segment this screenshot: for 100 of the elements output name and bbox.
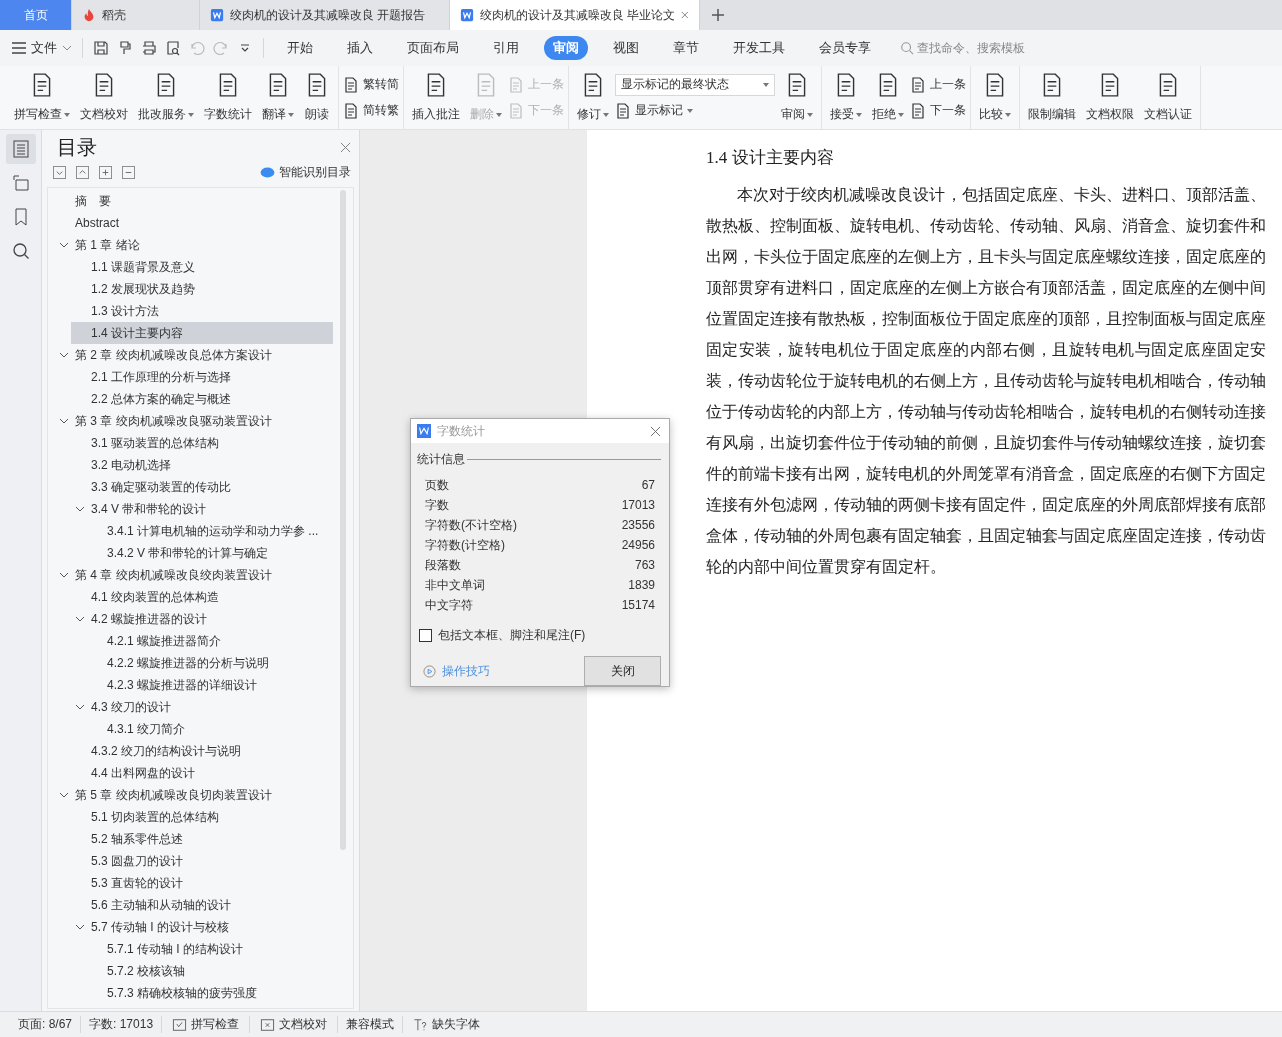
toc-item[interactable]: 5.6 主动轴和从动轴的设计: [71, 894, 333, 916]
toc-item[interactable]: 4.3 绞刀的设计: [71, 696, 333, 718]
toc-item[interactable]: 1.3 设计方法: [71, 300, 333, 322]
ribbon-button[interactable]: 文档校对: [76, 68, 132, 127]
stat-value: 17013: [621, 498, 655, 512]
toc-item[interactable]: 5.2 轴系零件总述: [71, 828, 333, 850]
ribbon-button[interactable]: 繁转简: [343, 73, 399, 96]
status-button[interactable]: 拼写检查: [162, 1016, 251, 1033]
window-tab[interactable]: 绞肉机的设计及其减噪改良 开题报告: [200, 0, 450, 30]
ribbon-tab[interactable]: 会员专享: [810, 36, 880, 60]
window-tab[interactable]: 首页: [0, 0, 72, 30]
toc-item[interactable]: 4.1 绞肉装置的总体构造: [71, 586, 333, 608]
ribbon-tab[interactable]: 视图: [604, 36, 648, 60]
toc-item[interactable]: 1.4 设计主要内容: [71, 322, 333, 344]
ribbon-button[interactable]: 批改服务: [134, 68, 198, 127]
ribbon-tab[interactable]: 插入: [338, 36, 382, 60]
toc-item[interactable]: 5.3 圆盘刀的设计: [71, 850, 333, 872]
toc-item[interactable]: 第 4 章 绞肉机减噪改良绞肉装置设计: [55, 564, 333, 586]
ribbon-tab[interactable]: 章节: [664, 36, 708, 60]
ribbon-button[interactable]: 限制编辑: [1024, 68, 1080, 127]
toc-item[interactable]: 摘 要: [55, 190, 333, 212]
ribbon-button[interactable]: 字数统计: [200, 68, 256, 127]
ribbon-tab[interactable]: 引用: [484, 36, 528, 60]
ribbon-tab[interactable]: 审阅: [544, 36, 588, 60]
close-icon[interactable]: [681, 10, 689, 20]
print-preview-icon[interactable]: [165, 40, 181, 56]
toc-item[interactable]: Abstract: [55, 212, 333, 234]
document-icon: [910, 102, 926, 119]
toc-item[interactable]: 3.4.1 计算电机轴的运动学和动力学参 ...: [87, 520, 333, 542]
toc-item[interactable]: 4.3.2 绞刀的结构设计与说明: [71, 740, 333, 762]
status-button[interactable]: 文档校对: [250, 1016, 339, 1033]
toc-item[interactable]: 3.3 确定驱动装置的传动比: [71, 476, 333, 498]
expand-icon[interactable]: [76, 166, 89, 179]
toc-item[interactable]: 3.4 V 带和带轮的设计: [71, 498, 333, 520]
close-icon[interactable]: [340, 141, 351, 153]
ribbon-button[interactable]: 翻译: [258, 68, 298, 127]
checkbox[interactable]: [419, 629, 432, 642]
close-icon[interactable]: [650, 425, 661, 437]
save-icon[interactable]: [93, 40, 109, 56]
markup-dropdown[interactable]: 显示标记的最终状态: [615, 73, 775, 96]
toc-item[interactable]: 5.7.1 传动轴 I 的结构设计: [87, 938, 333, 960]
ribbon-button[interactable]: 文档权限: [1082, 68, 1138, 127]
ribbon-button[interactable]: 朗读: [300, 68, 334, 127]
toc-item[interactable]: 5.1 切肉装置的总体结构: [71, 806, 333, 828]
ribbon-tab[interactable]: 开发工具: [724, 36, 794, 60]
include-checkbox[interactable]: 包括文本框、脚注和尾注(F): [417, 627, 661, 644]
ribbon-button[interactable]: 拼写检查: [10, 68, 74, 127]
toc-item[interactable]: 4.2.2 螺旋推进器的分析与说明: [87, 652, 333, 674]
toc-item[interactable]: 4.2.1 螺旋推进器简介: [87, 630, 333, 652]
toc-item[interactable]: 第 5 章 绞肉机减噪改良切肉装置设计: [55, 784, 333, 806]
status-button[interactable]: 缺失字体: [403, 1016, 491, 1033]
toc-item[interactable]: 第 2 章 绞肉机减噪改良总体方案设计: [55, 344, 333, 366]
search-icon: [900, 41, 914, 55]
search-field[interactable]: 查找命令、搜索模板: [900, 41, 1057, 55]
ribbon-button[interactable]: 显示标记: [615, 99, 775, 122]
stat-label: 中文字符: [425, 596, 473, 614]
plus-icon[interactable]: [712, 9, 724, 21]
toc-item[interactable]: 第 1 章 绪论: [55, 234, 333, 256]
toc-item[interactable]: 1.2 发展现状及趋势: [71, 278, 333, 300]
toc-item[interactable]: 1.1 课题背景及意义: [71, 256, 333, 278]
toc-item[interactable]: 第 3 章 绞肉机减噪改良驱动装置设计: [55, 410, 333, 432]
ribbon-button[interactable]: 接受: [826, 68, 866, 127]
scrollbar-thumb[interactable]: [340, 190, 346, 850]
toc-item[interactable]: 3.2 电动机选择: [71, 454, 333, 476]
toc-item[interactable]: 4.3.1 绞刀简介: [87, 718, 333, 740]
ribbon-button[interactable]: 简转繁: [343, 99, 399, 122]
ribbon-button[interactable]: 文档认证: [1140, 68, 1196, 127]
collapse-icon[interactable]: [53, 166, 66, 179]
ribbon-button[interactable]: 拒绝: [868, 68, 908, 127]
print-icon[interactable]: [141, 40, 157, 56]
toc-item[interactable]: 2.1 工作原理的分析与选择: [71, 366, 333, 388]
toc-item[interactable]: 5.7.2 校核该轴: [87, 960, 333, 982]
close-button[interactable]: 关闭: [584, 656, 661, 686]
toc-item[interactable]: 5.3 直齿轮的设计: [71, 872, 333, 894]
toc-item[interactable]: 4.2.3 螺旋推进器的详细设计: [87, 674, 333, 696]
status-text: 兼容模式: [338, 1016, 404, 1033]
smart-toc-button[interactable]: 智能识别目录: [260, 164, 351, 181]
toc-item[interactable]: 3.4.2 V 带和带轮的计算与确定: [87, 542, 333, 564]
plus-icon[interactable]: [99, 166, 112, 179]
toc-item[interactable]: 4.2 螺旋推进器的设计: [71, 608, 333, 630]
toc-item[interactable]: 5.7 传动轴 I 的设计与校核: [71, 916, 333, 938]
ribbon-tab[interactable]: 页面布局: [398, 36, 468, 60]
stat-value: 763: [634, 558, 655, 572]
toc-item[interactable]: 5.7.3 精确校核轴的疲劳强度: [87, 982, 333, 1004]
window-tab[interactable]: 绞肉机的设计及其减噪改良 毕业论文: [450, 0, 700, 30]
ribbon-button[interactable]: 插入批注: [408, 68, 464, 127]
ribbon-button[interactable]: 审阅: [777, 68, 817, 127]
format-painter-icon[interactable]: [117, 40, 133, 56]
toc-item[interactable]: 2.2 总体方案的确定与概述: [71, 388, 333, 410]
ribbon-tab[interactable]: 开始: [278, 36, 322, 60]
toc-item[interactable]: 4.4 出料网盘的设计: [71, 762, 333, 784]
ribbon-button[interactable]: 上一条: [910, 73, 966, 96]
minus-icon[interactable]: [122, 166, 135, 179]
ribbon-button[interactable]: 比较: [975, 68, 1015, 127]
window-tab[interactable]: 稻壳: [72, 0, 200, 30]
sidebar-button[interactable]: [5, 134, 36, 164]
ribbon-button[interactable]: 下一条: [910, 99, 966, 122]
ribbon-button[interactable]: 修订: [573, 68, 613, 127]
toc-item[interactable]: 3.1 驱动装置的总体结构: [71, 432, 333, 454]
file-menu-button[interactable]: 文件: [12, 39, 72, 57]
